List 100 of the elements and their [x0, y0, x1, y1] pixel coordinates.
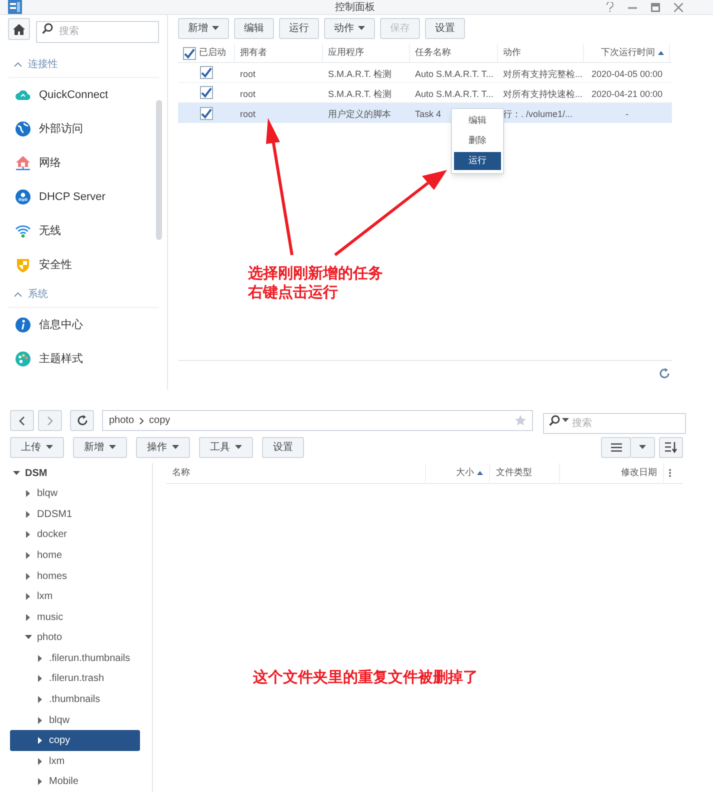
checkbox[interactable]	[200, 86, 213, 99]
caret-icon[interactable]	[25, 490, 32, 498]
tree-item[interactable]: DSM	[10, 463, 140, 484]
table-cell: 2020-04-21 00:00	[591, 88, 663, 98]
search-field[interactable]: 搜索	[36, 20, 159, 42]
home-button[interactable]	[8, 18, 30, 40]
caret-icon[interactable]	[37, 758, 44, 765]
caret-icon[interactable]	[25, 531, 32, 538]
chevron-right-icon	[47, 416, 53, 426]
house-icon	[15, 155, 31, 171]
column-header[interactable]: 修改日期	[621, 466, 657, 480]
sidebar-item[interactable]: 主题样式	[15, 350, 83, 368]
breadcrumb-item[interactable]: copy	[149, 413, 170, 428]
chevron-up-icon[interactable]	[14, 62, 22, 67]
tree-item[interactable]: blqw	[10, 710, 140, 730]
sort-button[interactable]	[659, 437, 683, 458]
caret-icon[interactable]	[37, 675, 44, 682]
home-icon	[13, 24, 25, 34]
toolbar-button[interactable]: 编辑	[234, 18, 274, 39]
tree-item[interactable]: Mobile	[10, 771, 140, 792]
wifi-icon	[15, 223, 31, 239]
toolbar-button[interactable]: 运行	[279, 18, 319, 39]
toolbar-button[interactable]: 设置	[425, 18, 465, 39]
table-cell: 用户定义的脚本	[328, 109, 391, 119]
help-icon[interactable]	[606, 2, 614, 12]
menu-item[interactable]: 删除	[454, 132, 501, 150]
star-icon[interactable]	[515, 415, 526, 426]
palette-icon	[15, 351, 31, 367]
tree-item[interactable]: DDSM1	[10, 504, 140, 525]
caret-icon[interactable]	[37, 716, 44, 724]
column-header[interactable]: 名称	[172, 466, 190, 480]
tree-item[interactable]: copy	[10, 730, 140, 751]
sidebar-item[interactable]: 外部访问	[15, 120, 83, 138]
column-header[interactable]: 已启动	[199, 46, 226, 60]
tree-item[interactable]: photo	[10, 628, 140, 648]
sidebar-item[interactable]: DHCP Server	[15, 188, 106, 206]
caret-icon[interactable]	[25, 572, 32, 580]
table-row[interactable]: root S.M.A.R.T. 检测 Auto S.M.A.R.T. T... 对所有支持快速检... 2020-04-21 00:00	[178, 83, 672, 103]
caret-icon[interactable]	[37, 696, 44, 703]
list-view-button[interactable]	[601, 437, 631, 458]
search-field[interactable]: 搜索	[543, 413, 686, 434]
breadcrumb-item[interactable]: photo	[109, 413, 134, 428]
tree-item[interactable]: .filerun.thumbnails	[10, 648, 140, 669]
tree-item[interactable]: lxm	[10, 750, 140, 772]
tree-item[interactable]: docker	[10, 524, 140, 546]
caret-icon[interactable]	[37, 654, 44, 662]
chevron-up-icon[interactable]	[14, 292, 22, 297]
sidebar-item[interactable]: 信息中心	[15, 316, 83, 334]
caret-icon[interactable]	[25, 593, 32, 600]
checkbox[interactable]	[200, 106, 213, 120]
caret-icon[interactable]	[37, 737, 44, 744]
toolbar-button[interactable]: 操作	[136, 437, 190, 458]
tree-item[interactable]: home	[10, 545, 140, 566]
tree-item[interactable]: lxm	[10, 586, 140, 607]
toolbar-button[interactable]: 工具	[199, 437, 253, 458]
caret-icon[interactable]	[25, 614, 32, 621]
tree-item[interactable]: homes	[10, 566, 140, 586]
caret-icon[interactable]	[25, 552, 32, 560]
caret-icon[interactable]	[13, 470, 20, 476]
caret-icon[interactable]	[37, 778, 44, 786]
table-row[interactable]: root S.M.A.R.T. 检测 Auto S.M.A.R.T. T... 对所有支持完整检... 2020-04-05 00:00	[178, 63, 672, 83]
sidebar-item[interactable]: QuickConnect	[15, 86, 108, 104]
tree-item[interactable]: music	[10, 606, 140, 628]
section-header[interactable]: 系统	[28, 287, 48, 302]
scrollbar[interactable]	[156, 100, 162, 240]
path-field[interactable]: photo copy	[102, 410, 533, 431]
toolbar-button[interactable]: 新增	[178, 18, 229, 39]
toolbar-button[interactable]: 上传	[10, 437, 64, 458]
view-dropdown-button[interactable]	[631, 437, 655, 458]
column-header[interactable]: 下次运行时间	[601, 46, 655, 60]
checkbox[interactable]	[200, 66, 213, 79]
checkbox[interactable]	[183, 46, 196, 60]
close-icon[interactable]	[674, 2, 683, 12]
tree-item[interactable]: .thumbnails	[10, 689, 140, 710]
toolbar-button[interactable]: 动作	[324, 18, 375, 39]
column-header[interactable]: 任务名称	[415, 46, 451, 60]
toolbar-button[interactable]: 新增	[73, 437, 127, 458]
tree-item[interactable]: .filerun.trash	[10, 668, 140, 690]
table-cell: Auto S.M.A.R.T. T...	[415, 68, 494, 78]
column-header[interactable]: 动作	[503, 46, 521, 60]
maximize-icon[interactable]	[651, 2, 660, 12]
caret-icon[interactable]	[25, 510, 32, 518]
refresh-icon	[76, 415, 88, 426]
sidebar-item[interactable]: 安全性	[15, 256, 72, 274]
caret-icon[interactable]	[25, 635, 32, 640]
section-header[interactable]: 连接性	[28, 57, 58, 72]
tree-item[interactable]: blqw	[10, 484, 140, 504]
column-header[interactable]: 大小	[456, 466, 474, 480]
menu-item[interactable]: 运行	[454, 152, 501, 170]
column-header[interactable]: 文件类型	[496, 466, 532, 480]
table-cell: root	[240, 109, 256, 119]
table-cell: 对所有支持快速检...	[503, 88, 583, 98]
refresh-icon[interactable]	[659, 368, 670, 379]
toolbar-button[interactable]: 设置	[262, 437, 304, 458]
column-header[interactable]: 拥有者	[240, 46, 267, 60]
column-header[interactable]: 应用程序	[328, 46, 364, 60]
sidebar-item[interactable]: 网络	[15, 154, 61, 172]
back-button[interactable]	[10, 410, 34, 431]
refresh-button[interactable]	[70, 410, 94, 431]
sidebar-item[interactable]: 无线	[15, 222, 61, 240]
